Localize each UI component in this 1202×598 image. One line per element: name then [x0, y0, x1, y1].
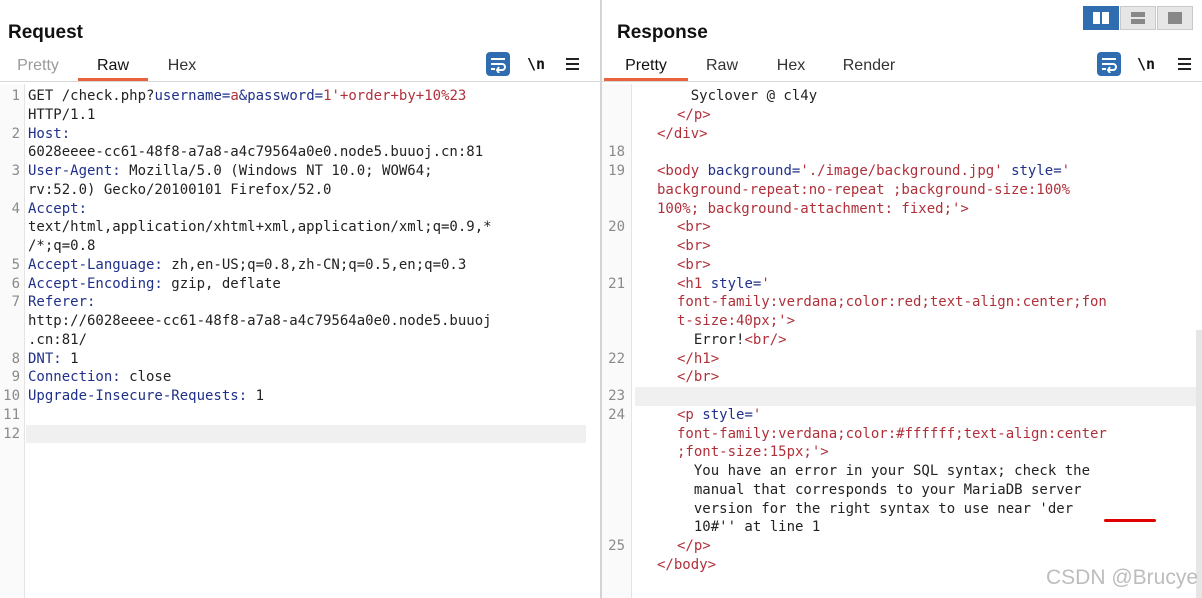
code-line: .cn:81/: [28, 331, 88, 348]
code-line: /*;q=0.8: [28, 238, 96, 254]
wrap-lines-button[interactable]: [1097, 52, 1121, 76]
code-line: ;font-size:15px;'>: [677, 444, 829, 461]
code-line: font-family:verdana;color:red;text-align…: [677, 294, 1107, 311]
code-line: font-family:verdana;color:#ffffff;text-a…: [677, 425, 1107, 442]
tab-divider: [0, 81, 600, 82]
code-line: </div>: [657, 125, 708, 142]
single-pane-icon: [1168, 12, 1182, 24]
code-line: 19 <body background='./image/background.j…: [608, 163, 1071, 179]
code-line: 25 </p>: [608, 538, 711, 554]
code-line: 6 Accept-Encoding: gzip, deflate: [11, 275, 281, 292]
code-line: 9 Connection: close: [11, 369, 172, 386]
menu-icon[interactable]: [561, 52, 585, 76]
request-editor[interactable]: 1 GET /check.php?username=a&password=1'+o…: [0, 84, 600, 598]
code-line: Syclover @ cl4y: [657, 88, 818, 104]
response-title: Response: [617, 22, 708, 43]
tab-divider: [602, 81, 1202, 82]
code-line: background-repeat:no-repeat ;background-…: [657, 181, 1071, 198]
code-line: 11: [3, 406, 20, 423]
tab-raw[interactable]: Raw: [700, 53, 744, 81]
wrap-icon: [491, 58, 506, 73]
current-line: 12: [3, 424, 586, 444]
side-by-side-layout-button[interactable]: [1083, 6, 1119, 30]
code-line: 21 <h1 style=': [608, 275, 770, 292]
code-line: HTTP/1.1: [28, 106, 96, 123]
code-line: Error!<br/>: [677, 331, 787, 348]
watermark: CSDN @Brucye: [1045, 566, 1198, 589]
code-line: 10 Upgrade-Insecure-Requests: 1: [3, 388, 265, 404]
request-tabs: Pretty Raw Hex: [0, 53, 600, 81]
code-line: 22 </h1>: [608, 350, 720, 367]
code-line: 24 <p style=': [608, 406, 762, 423]
tab-hex[interactable]: Hex: [158, 53, 206, 81]
tab-pretty[interactable]: Pretty: [8, 53, 68, 81]
response-pane: Response Pretty Raw Hex Render \n Syclov…: [602, 0, 1202, 598]
code-line: manual that corresponds to your MariaDB …: [677, 481, 1082, 498]
code-line: version for the right syntax to use near…: [605, 500, 1202, 522]
code-line: 4 Accept:: [11, 200, 88, 217]
code-line: rv:52.0) Gecko/20100101 Firefox/52.0: [28, 181, 332, 198]
show-newlines-button[interactable]: \n: [1134, 52, 1158, 76]
code-line: 3 User-Agent: Mozilla/5.0 (Windows NT 10.…: [11, 163, 433, 179]
code-line: You have an error in your SQL syntax; ch…: [677, 463, 1091, 479]
code-line: http://6028eeee-cc61-48f8-a7a8-a4c79564a…: [28, 313, 492, 329]
tab-hex[interactable]: Hex: [770, 53, 812, 81]
tab-pretty[interactable]: Pretty: [604, 53, 688, 81]
code-line: 1 GET /check.php?username=a&password=1'+o…: [11, 88, 467, 104]
code-line: 10#'' at line 1: [677, 519, 821, 536]
stacked-layout-button[interactable]: [1120, 6, 1156, 30]
code-line: 8 DNT: 1: [11, 350, 79, 367]
columns-icon: [1093, 12, 1109, 24]
request-pane: Request Pretty Raw Hex \n 1 GET /check.ph…: [0, 0, 600, 598]
request-title: Request: [8, 22, 83, 43]
tab-render[interactable]: Render: [838, 53, 900, 81]
code-line: 2 Host:: [11, 125, 71, 142]
tab-raw[interactable]: Raw: [78, 53, 148, 81]
code-line: text/html,application/xhtml+xml,applicat…: [28, 219, 492, 236]
show-newlines-button[interactable]: \n: [524, 52, 548, 76]
vertical-scrollbar[interactable]: [1196, 330, 1202, 598]
rows-icon: [1131, 12, 1145, 24]
code-line: t-size:40px;'>: [677, 313, 796, 329]
code-line: 7 Referer:: [11, 294, 96, 311]
single-pane-layout-button[interactable]: [1157, 6, 1193, 30]
code-line: 100%; background-attachment: fixed;'>: [657, 200, 969, 217]
code-line: </br>: [677, 369, 720, 386]
code-line: <br>: [677, 238, 711, 254]
menu-icon[interactable]: [1173, 52, 1197, 76]
response-editor[interactable]: Syclover @ cl4y </p> </div> 18 19 <body b…: [602, 84, 1202, 598]
code-line: </p>: [677, 106, 711, 123]
wrap-icon: [1102, 58, 1117, 73]
code-line: <br>: [677, 256, 711, 273]
code-line: 20 <br>: [608, 219, 711, 236]
code-line: 5 Accept-Language: zh,en-US;q=0.8,zh-CN;q…: [11, 256, 467, 273]
current-line: 23: [608, 387, 1202, 406]
layout-toggle: [1083, 6, 1193, 30]
wrap-lines-button[interactable]: [486, 52, 510, 76]
code-line: 18: [608, 144, 625, 161]
code-line: 6028eeee-cc61-48f8-a7a8-a4c79564a0e0.nod…: [28, 144, 484, 161]
